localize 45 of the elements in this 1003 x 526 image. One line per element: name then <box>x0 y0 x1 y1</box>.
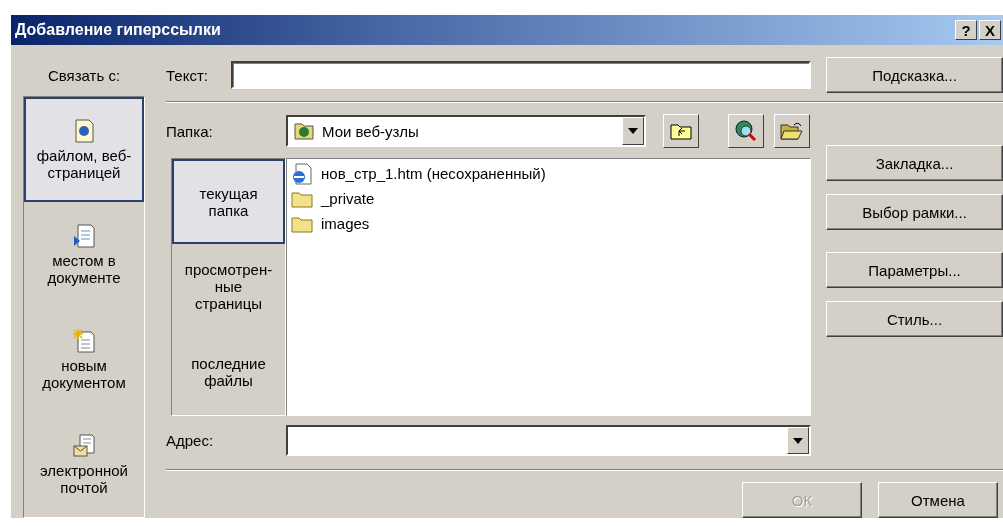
file-item[interactable]: нов_стр_1.htm (несохраненный) <box>321 165 546 182</box>
up-folder-icon <box>670 122 692 140</box>
dropdown-button[interactable] <box>622 117 644 145</box>
web-search-button[interactable] <box>728 114 764 148</box>
side-button[interactable]: Стиль... <box>826 301 1003 337</box>
side-button[interactable]: Выбор рамки... <box>826 194 1003 230</box>
link-with-label: Связать с: <box>46 66 122 86</box>
link-type-item[interactable]: электронной почтой <box>24 412 144 517</box>
link-type-item[interactable]: местом в документе <box>24 202 144 307</box>
window-title: Добавление гиперссылки <box>15 21 222 39</box>
file-item[interactable]: _private <box>321 190 375 207</box>
open-folder-icon <box>780 121 804 141</box>
link-type-item[interactable]: файлом, веб-страницей <box>24 97 144 202</box>
tooltip-button[interactable]: Подсказка... <box>826 57 1003 93</box>
address-combo[interactable] <box>286 425 811 456</box>
up-folder-button[interactable] <box>663 114 699 148</box>
file-item[interactable]: images <box>321 215 370 232</box>
folder-value: Мои веб-узлы <box>322 122 419 140</box>
document-arrow-icon <box>73 223 95 248</box>
folder-icon <box>291 189 313 208</box>
places-item[interactable]: просмотрен-ные страницы <box>172 244 285 330</box>
link-type-item[interactable]: новым документом <box>24 307 144 412</box>
globe-magnifier-icon <box>734 119 758 143</box>
dropdown-button[interactable] <box>787 427 809 454</box>
new-document-icon <box>73 328 95 353</box>
text-label: Текст: <box>166 66 209 84</box>
close-button[interactable]: X <box>979 20 1001 40</box>
address-label: Адрес: <box>166 432 215 449</box>
dropdown-arrow-icon <box>793 437 803 444</box>
folder-label: Папка: <box>166 122 214 140</box>
side-button[interactable]: Параметры... <box>826 252 1003 288</box>
file-icon <box>73 118 95 143</box>
folder-icon <box>291 214 313 233</box>
web-page-icon <box>291 162 313 185</box>
places-item[interactable]: последние файлы <box>172 329 285 415</box>
mail-document-icon <box>73 433 95 458</box>
cancel-button[interactable]: Отмена <box>878 482 998 518</box>
dropdown-arrow-icon <box>628 128 638 134</box>
side-button[interactable]: Закладка... <box>826 145 1003 181</box>
browse-file-button[interactable] <box>774 114 810 148</box>
folder-combo[interactable]: Мои веб-узлы <box>286 115 646 147</box>
places-item[interactable]: текущая папка <box>172 159 285 245</box>
help-button[interactable]: ? <box>955 20 977 40</box>
text-field[interactable] <box>231 61 811 89</box>
globe-folder-icon <box>294 122 314 140</box>
